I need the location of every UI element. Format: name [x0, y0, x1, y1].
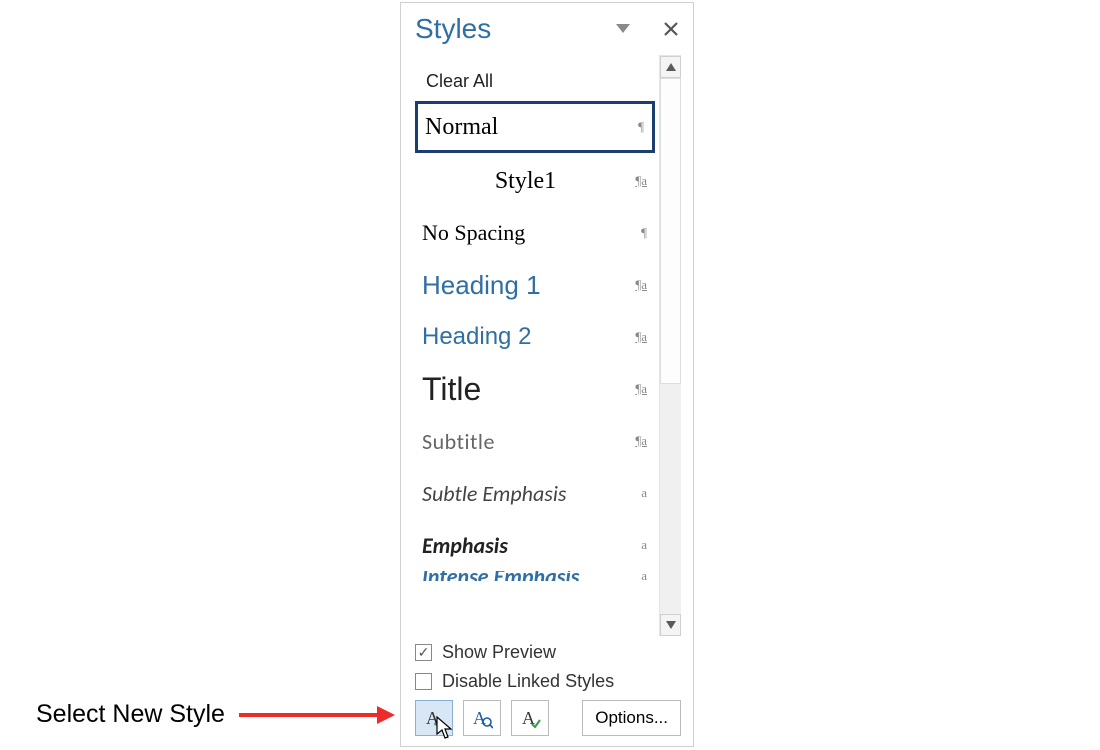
chevron-down-icon — [666, 621, 676, 629]
style-label: No Spacing — [422, 220, 629, 246]
callout: Select New Style — [36, 700, 395, 729]
chevron-down-icon — [616, 24, 630, 34]
disable-linked-checkbox[interactable]: Disable Linked Styles — [415, 671, 681, 692]
char-mark-icon: a — [629, 571, 647, 581]
style-label: Intense Emphasis — [422, 571, 629, 581]
paragraph-mark-icon: ¶ — [629, 225, 647, 241]
style-label: Heading 1 — [422, 270, 629, 301]
footer-controls: A A A Options... — [415, 700, 681, 736]
style-row-normal[interactable]: Normal ¶ — [415, 101, 655, 153]
style-row-nospacing[interactable]: No Spacing ¶ — [415, 207, 655, 259]
style-list-wrap: Clear All Normal ¶ Style1 ¶a No Spacing … — [401, 55, 693, 636]
pane-title: Styles — [415, 13, 609, 45]
new-style-icon: A — [423, 707, 445, 729]
pane-menu-button[interactable] — [609, 15, 637, 43]
style-row-heading2[interactable]: Heading 2 ¶a — [415, 311, 655, 363]
chevron-up-icon — [666, 63, 676, 71]
disable-linked-label: Disable Linked Styles — [442, 671, 614, 692]
close-icon — [664, 22, 678, 36]
show-preview-checkbox[interactable]: ✓ Show Preview — [415, 642, 681, 663]
new-style-button[interactable]: A — [415, 700, 453, 736]
style-label: Subtitle — [422, 428, 629, 455]
manage-styles-button[interactable]: A — [511, 700, 549, 736]
arrow-icon — [239, 702, 395, 728]
style-label: Heading 2 — [422, 323, 629, 351]
checkbox-icon — [415, 673, 432, 690]
scroll-down-button[interactable] — [660, 614, 681, 636]
linked-mark-icon: ¶a — [629, 433, 647, 449]
callout-text: Select New Style — [36, 700, 225, 729]
style-label: Subtle Emphasis — [422, 480, 629, 507]
style-row-emphasis[interactable]: Emphasis a — [415, 519, 655, 571]
options-button[interactable]: Options... — [582, 700, 681, 736]
manage-styles-icon: A — [519, 707, 541, 729]
paragraph-mark-icon: ¶ — [626, 119, 644, 135]
scroll-up-button[interactable] — [660, 56, 681, 78]
linked-mark-icon: ¶a — [629, 277, 647, 293]
scrollbar-thumb[interactable] — [660, 78, 681, 384]
scrollbar[interactable] — [659, 55, 681, 636]
style-inspector-button[interactable]: A — [463, 700, 501, 736]
linked-mark-icon: ¶a — [629, 173, 647, 189]
style-label: Title — [422, 371, 629, 408]
pane-header: Styles — [401, 3, 693, 55]
style-list: Clear All Normal ¶ Style1 ¶a No Spacing … — [415, 55, 655, 636]
style-row-intense-emphasis[interactable]: Intense Emphasis a — [415, 571, 655, 581]
style-row-style1[interactable]: Style1 ¶a — [415, 155, 655, 207]
linked-mark-icon: ¶a — [629, 329, 647, 345]
char-mark-icon: a — [629, 485, 647, 501]
style-label: Emphasis — [422, 532, 629, 559]
style-label: Normal — [425, 114, 626, 141]
linked-mark-icon: ¶a — [629, 381, 647, 397]
char-mark-icon: a — [629, 537, 647, 553]
style-label: Style1 — [422, 168, 629, 195]
style-row-heading1[interactable]: Heading 1 ¶a — [415, 259, 655, 311]
clear-all-label: Clear All — [422, 71, 647, 92]
close-button[interactable] — [657, 15, 685, 43]
style-row-subtle-emphasis[interactable]: Subtle Emphasis a — [415, 467, 655, 519]
styles-pane: Styles Clear All Normal ¶ Style1 ¶a No S… — [400, 2, 694, 747]
clear-all-row[interactable]: Clear All — [415, 61, 655, 101]
style-row-subtitle[interactable]: Subtitle ¶a — [415, 415, 655, 467]
style-inspector-icon: A — [471, 707, 493, 729]
pane-footer: ✓ Show Preview Disable Linked Styles A A — [401, 636, 693, 746]
show-preview-label: Show Preview — [442, 642, 556, 663]
scrollbar-track[interactable] — [660, 78, 681, 614]
checkbox-icon: ✓ — [415, 644, 432, 661]
style-row-title[interactable]: Title ¶a — [415, 363, 655, 415]
